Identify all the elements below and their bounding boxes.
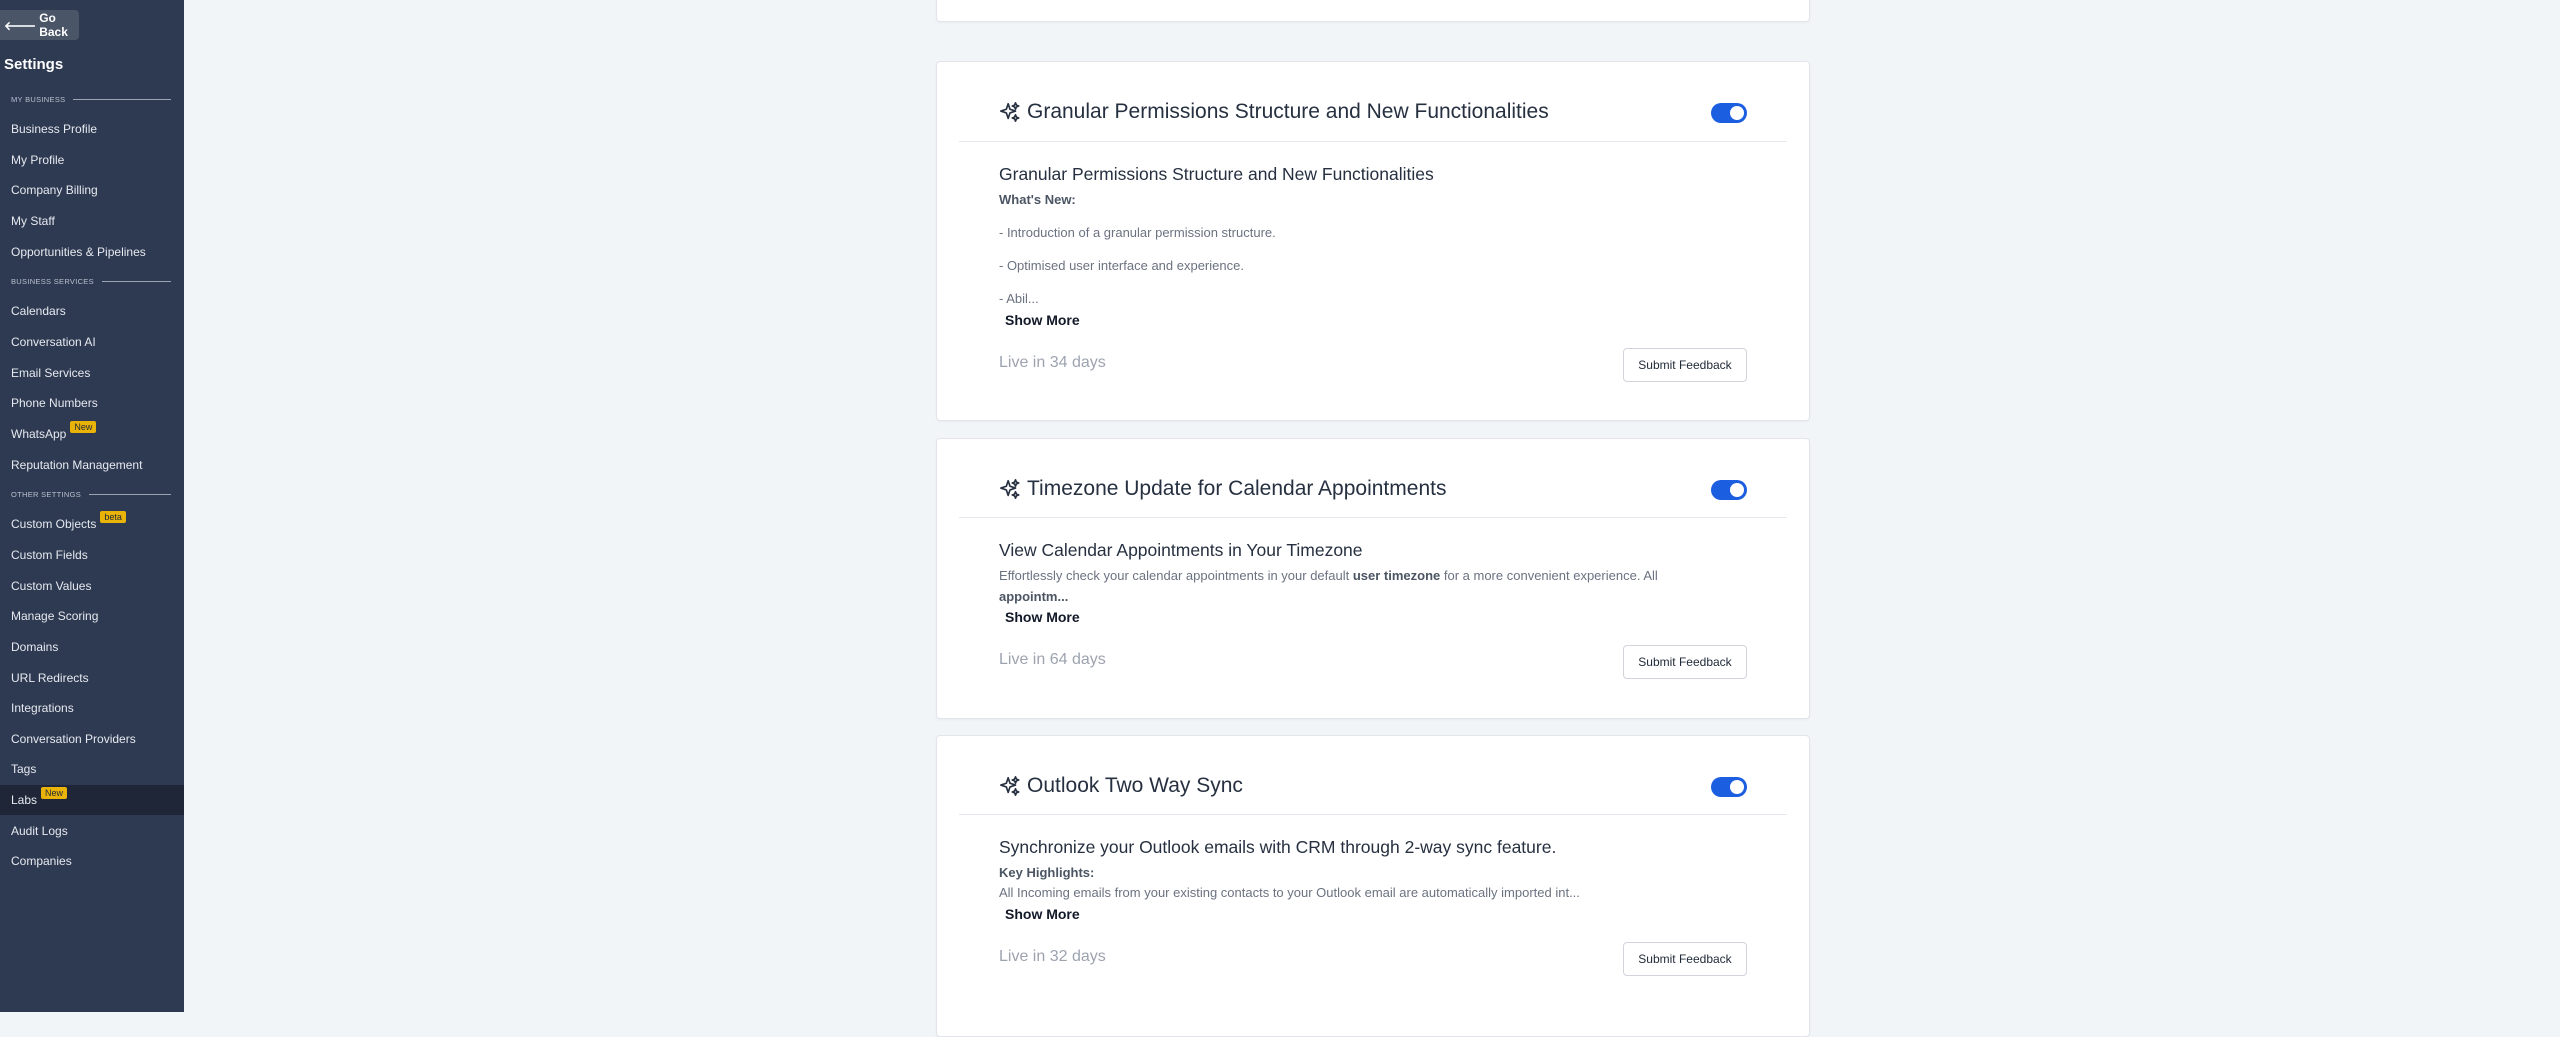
feature-toggle[interactable] <box>1711 777 1747 797</box>
toggle-knob <box>1730 483 1744 497</box>
sparkles-icon <box>1000 479 1020 499</box>
feature-card-timezone: Timezone Update for Calendar Appointment… <box>936 438 1810 719</box>
new-badge: New <box>41 787 68 799</box>
card-text-line: - Optimised user interface and experienc… <box>999 258 1244 273</box>
sidebar-item-my-profile[interactable]: My Profile <box>0 145 184 175</box>
sidebar-item-domains[interactable]: Domains <box>0 632 184 662</box>
sidebar: 🡐 Go Back Settings MY BUSINESS Business … <box>0 0 184 1012</box>
sidebar-item-custom-objects[interactable]: Custom Objects beta <box>0 509 184 539</box>
show-more-link[interactable]: Show More <box>1005 906 1080 922</box>
sidebar-item-conversation-providers[interactable]: Conversation Providers <box>0 724 184 754</box>
card-subtitle: View Calendar Appointments in Your Timez… <box>999 540 1363 560</box>
sidebar-title: Settings <box>4 56 64 73</box>
sidebar-item-custom-values[interactable]: Custom Values <box>0 571 184 601</box>
live-status: Live in 32 days <box>999 948 1106 965</box>
submit-feedback-button[interactable]: Submit Feedback <box>1623 348 1747 382</box>
feature-card-granular-permissions: Granular Permissions Structure and New F… <box>936 61 1810 421</box>
card-title: Granular Permissions Structure and New F… <box>1027 100 1549 123</box>
new-badge: New <box>70 421 97 433</box>
card-description: Effortlessly check your calendar appoint… <box>999 568 1658 604</box>
sidebar-item-opportunities[interactable]: Opportunities & Pipelines <box>0 237 184 267</box>
toggle-knob <box>1730 106 1744 120</box>
submit-feedback-button[interactable]: Submit Feedback <box>1623 645 1747 679</box>
card-divider <box>959 517 1787 518</box>
section-header-business-services: BUSINESS SERVICES <box>11 277 171 286</box>
sidebar-item-my-staff[interactable]: My Staff <box>0 206 184 236</box>
card-header: Granular Permissions Structure and New F… <box>999 100 1549 124</box>
card-subtitle: Granular Permissions Structure and New F… <box>999 164 1434 184</box>
show-more-link[interactable]: Show More <box>1005 312 1080 328</box>
sidebar-item-custom-fields[interactable]: Custom Fields <box>0 540 184 570</box>
beta-badge: beta <box>100 511 126 523</box>
card-title: Timezone Update for Calendar Appointment… <box>1027 477 1447 500</box>
live-status: Live in 34 days <box>999 354 1106 371</box>
sidebar-item-integrations[interactable]: Integrations <box>0 693 184 723</box>
card-text-line: - Introduction of a granular permission … <box>999 225 1276 240</box>
arrow-left-icon: 🡐 <box>4 18 37 33</box>
card-subtitle: Synchronize your Outlook emails with CRM… <box>999 837 1557 857</box>
sidebar-item-company-billing[interactable]: Company Billing <box>0 175 184 205</box>
go-back-button[interactable]: 🡐 Go Back <box>0 10 79 40</box>
show-more-link[interactable]: Show More <box>1005 609 1080 625</box>
sidebar-item-reputation[interactable]: Reputation Management <box>0 450 184 480</box>
feature-toggle[interactable] <box>1711 103 1747 123</box>
sidebar-item-labs[interactable]: Labs New <box>0 785 184 815</box>
sidebar-item-email-services[interactable]: Email Services <box>0 358 184 388</box>
toggle-knob <box>1730 780 1744 794</box>
card-text-line: All Incoming emails from your existing c… <box>999 885 1580 900</box>
sidebar-item-conversation-ai[interactable]: Conversation AI <box>0 327 184 357</box>
live-status: Live in 64 days <box>999 651 1106 668</box>
card-text-line: - Abil... <box>999 291 1039 306</box>
whats-new-heading: What's New: <box>999 192 1076 207</box>
section-header-other-settings: OTHER SETTINGS <box>11 490 171 499</box>
sidebar-item-whatsapp[interactable]: WhatsApp New <box>0 419 184 449</box>
card-divider <box>959 141 1787 142</box>
card-divider <box>959 814 1787 815</box>
submit-feedback-button[interactable]: Submit Feedback <box>1623 942 1747 976</box>
sparkles-icon <box>1000 102 1020 122</box>
sidebar-item-manage-scoring[interactable]: Manage Scoring <box>0 601 184 631</box>
sidebar-item-business-profile[interactable]: Business Profile <box>0 114 184 144</box>
key-highlights-heading: Key Highlights: <box>999 865 1095 880</box>
feature-toggle[interactable] <box>1711 480 1747 500</box>
card-header: Timezone Update for Calendar Appointment… <box>999 477 1446 501</box>
sidebar-item-url-redirects[interactable]: URL Redirects <box>0 663 184 693</box>
feature-card-outlook: Outlook Two Way Sync Synchronize your Ou… <box>936 735 1810 1037</box>
sparkles-icon <box>1000 776 1020 796</box>
feature-card-previous <box>936 0 1810 22</box>
go-back-label: Go Back <box>39 11 68 39</box>
sidebar-item-tags[interactable]: Tags <box>0 754 184 784</box>
sidebar-item-phone-numbers[interactable]: Phone Numbers <box>0 388 184 418</box>
sidebar-item-audit-logs[interactable]: Audit Logs <box>0 816 184 846</box>
sidebar-item-companies[interactable]: Companies <box>0 846 184 876</box>
card-title: Outlook Two Way Sync <box>1027 774 1243 797</box>
card-header: Outlook Two Way Sync <box>999 774 1243 798</box>
sidebar-item-calendars[interactable]: Calendars <box>0 296 184 326</box>
section-header-my-business: MY BUSINESS <box>11 95 171 104</box>
